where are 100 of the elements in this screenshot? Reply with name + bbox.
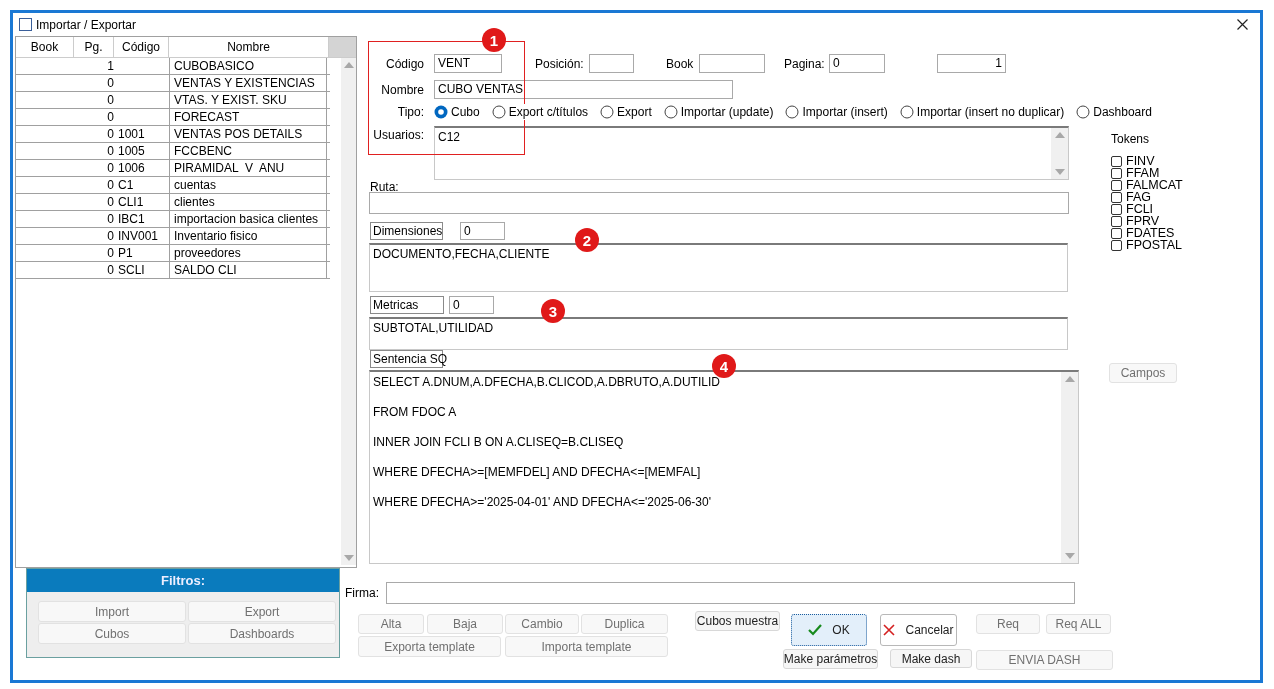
radio-icon[interactable] xyxy=(491,105,506,119)
table-row[interactable]: 0 VENTAS Y EXISTENCIAS xyxy=(16,75,330,92)
checkbox[interactable]: FPRV xyxy=(1111,215,1183,227)
table-cell-text: SCLI xyxy=(117,262,146,278)
table-cell: clientes xyxy=(169,194,327,210)
text-area[interactable]: C12 xyxy=(434,126,1069,180)
button[interactable]: Make dash xyxy=(890,649,972,668)
radio-icon[interactable] xyxy=(434,105,448,119)
table-cell-text: 0 xyxy=(106,143,114,159)
table-cell: VENTAS POS DETAILS xyxy=(169,126,327,142)
checkbox[interactable]: FCLI xyxy=(1111,203,1183,215)
radio-icon[interactable] xyxy=(1076,105,1091,119)
table-cell-text: 0 xyxy=(106,109,114,125)
table-row[interactable]: 0 1006 PIRAMIDAL V ANU xyxy=(16,160,330,177)
table-row[interactable]: 0 1001 VENTAS POS DETAILS xyxy=(16,126,330,143)
checkbox[interactable]: FINV xyxy=(1111,155,1183,167)
window-title: Importar / Exportar xyxy=(36,17,138,32)
panel-header: Filtros: xyxy=(27,569,339,592)
table-cell-text: 0 xyxy=(106,126,114,142)
table-row[interactable]: 0 VTAS. Y EXIST. SKU xyxy=(16,92,330,109)
table-cell: cuentas xyxy=(169,177,327,193)
radio-icon[interactable] xyxy=(899,105,914,119)
table-cell-text: IBC1 xyxy=(117,211,146,227)
close-icon xyxy=(883,624,896,636)
field-label: Book xyxy=(666,56,694,71)
text-field[interactable]: CUBO VENTAS xyxy=(434,80,733,99)
table-row[interactable]: 0 IBC1 importacion basica clientes xyxy=(16,211,330,228)
checkbox[interactable]: FDATES xyxy=(1111,227,1183,239)
section-label: Metricas xyxy=(370,296,444,314)
radio-icon[interactable] xyxy=(600,105,615,119)
scrollbar[interactable] xyxy=(341,58,356,565)
radio-button[interactable]: Export c/títulos xyxy=(491,105,589,119)
code-line: WHERE DFECHA>=[MEMFDEL] AND DFECHA<=[MEMFAL] xyxy=(373,465,702,480)
radio-icon[interactable] xyxy=(785,105,800,119)
table-row[interactable]: 0 FORECAST xyxy=(16,109,330,126)
scrollbar[interactable] xyxy=(1061,372,1078,563)
ok-button[interactable]: OK xyxy=(791,614,867,646)
tokens-title: Tokens xyxy=(1111,132,1151,146)
table-row[interactable]: 0 C1 cuentas xyxy=(16,177,330,194)
checkbox[interactable]: FPOSTAL xyxy=(1111,239,1183,251)
text-area[interactable]: SUBTOTAL,UTILIDAD xyxy=(369,317,1068,350)
table-cell-text: 0 xyxy=(106,92,114,108)
radio-button[interactable]: Dashboard xyxy=(1076,105,1152,119)
scrollbar[interactable] xyxy=(1051,128,1068,179)
radio-button[interactable]: Importar (insert) xyxy=(785,105,888,119)
table-cell: importacion basica clientes xyxy=(169,211,327,227)
field-label: Tipo: xyxy=(396,105,424,119)
cancel-button[interactable]: Cancelar xyxy=(880,614,957,646)
scroll-up-icon[interactable] xyxy=(1064,376,1075,382)
table-cell-text: INV001 xyxy=(117,228,160,244)
code-line: FROM FDOC A xyxy=(373,405,458,420)
radio-icon[interactable] xyxy=(663,105,678,119)
table-row[interactable]: 0 1005 FCCBENC xyxy=(16,143,330,160)
table-row[interactable]: 1 CUBOBASICO xyxy=(16,58,330,75)
radio-button[interactable]: Export xyxy=(600,105,652,119)
close-icon xyxy=(1236,19,1248,30)
scroll-up-icon[interactable] xyxy=(1054,132,1065,138)
field-label: Posición: xyxy=(535,56,584,71)
text-field[interactable] xyxy=(386,582,1075,604)
table-cell-text: 0 xyxy=(106,177,114,193)
section-label: Dimensiones xyxy=(370,222,443,240)
scroll-up-icon[interactable] xyxy=(343,62,354,68)
table-cell: SALDO CLI xyxy=(169,262,327,278)
radio-button[interactable]: Importar (insert no duplicar) xyxy=(899,105,1065,119)
text-field[interactable] xyxy=(369,192,1069,214)
text-field[interactable] xyxy=(699,54,765,73)
scroll-down-icon[interactable] xyxy=(1054,169,1065,175)
field-label: Nombre xyxy=(380,82,424,97)
table-cell: VENTAS Y EXISTENCIAS xyxy=(169,75,327,91)
field-text: C12 xyxy=(437,129,461,146)
callout-badge: 1 xyxy=(482,28,506,52)
checkbox[interactable]: FAG xyxy=(1111,191,1183,203)
text-field[interactable]: 0 xyxy=(829,54,885,73)
text-field[interactable]: 1 xyxy=(937,54,1006,73)
table-row[interactable]: 0 INV001 Inventario fisico xyxy=(16,228,330,245)
table-cell: Inventario fisico xyxy=(169,228,327,244)
text-field[interactable] xyxy=(589,54,634,73)
button[interactable]: Cubos muestra xyxy=(695,611,780,631)
text-field[interactable]: VENT xyxy=(434,54,502,73)
field-label: Ruta: xyxy=(370,181,399,192)
checkbox[interactable]: FFAM xyxy=(1111,167,1183,179)
radio-button[interactable]: Cubo xyxy=(434,105,480,119)
table-row[interactable]: 0 CLI1 clientes xyxy=(16,194,330,211)
table-cell-text: C1 xyxy=(117,177,135,193)
checkbox[interactable]: FALMCAT xyxy=(1111,179,1183,191)
check-icon xyxy=(808,624,823,636)
table-cell: FCCBENC xyxy=(169,143,327,159)
callout-badge: 2 xyxy=(575,228,599,252)
text-field[interactable]: 0 xyxy=(449,296,494,314)
text-field[interactable]: 0 xyxy=(460,222,505,240)
table-cell-text: 0 xyxy=(106,194,114,210)
radio-button[interactable]: Importar (update) xyxy=(663,105,774,119)
field-label: Pagina: xyxy=(784,56,824,71)
table-cell-text: 1001 xyxy=(117,126,146,142)
table-row[interactable]: 0 SCLI SALDO CLI xyxy=(16,262,330,279)
button[interactable]: Make parámetros xyxy=(783,649,878,669)
scroll-down-icon[interactable] xyxy=(343,555,354,561)
scroll-down-icon[interactable] xyxy=(1064,553,1075,559)
field-label: Usuarios: xyxy=(372,128,424,142)
table-row[interactable]: 0 P1 proveedores xyxy=(16,245,330,262)
